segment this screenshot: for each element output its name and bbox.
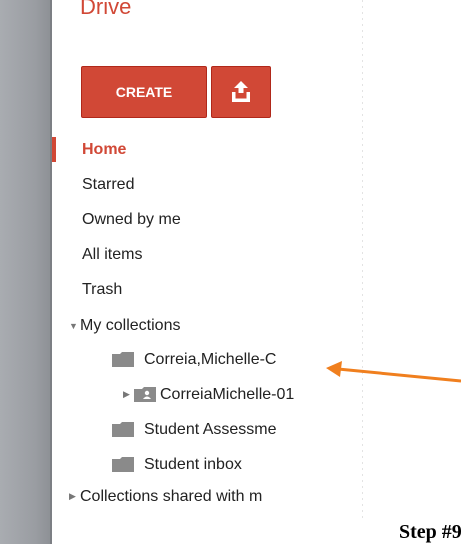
annotation-arrow bbox=[326, 361, 461, 383]
step-label: Step #9 bbox=[399, 521, 461, 543]
